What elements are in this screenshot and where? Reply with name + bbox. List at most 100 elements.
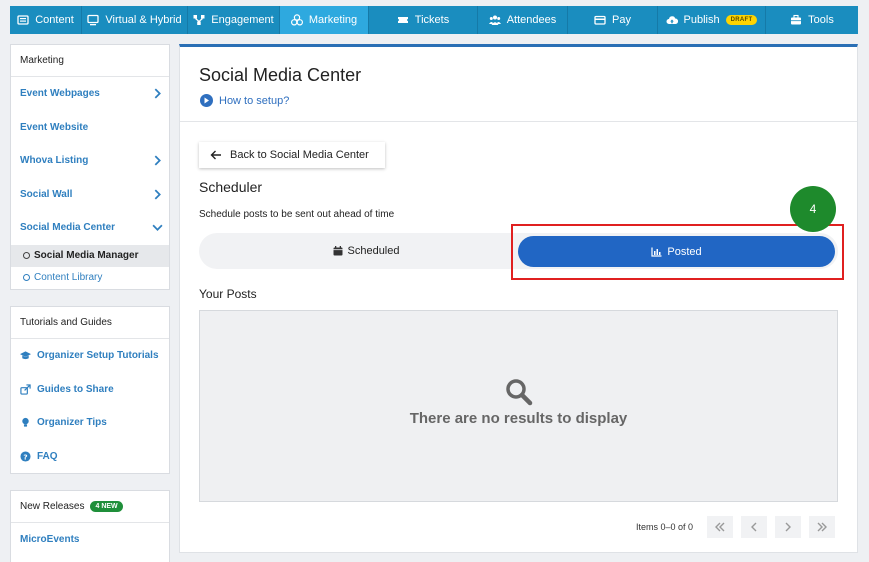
sidebar-item-label: Organizer Tips: [37, 417, 107, 429]
play-icon: [200, 94, 213, 107]
next-page-button[interactable]: [775, 516, 802, 538]
sidebar-item-organizer-tips[interactable]: Organizer Tips: [11, 406, 169, 440]
sidebar-item-label: Whova Listing: [20, 155, 89, 167]
tab-label: Pay: [612, 14, 631, 26]
sidebar-item-social-wall[interactable]: Social Wall: [11, 178, 169, 212]
main-panel: Social Media Center How to setup? Back t…: [179, 44, 858, 553]
chevrons-left-icon: [715, 522, 725, 532]
sidebar-item-label: Guides to Share: [37, 383, 114, 395]
share-icon: [20, 384, 31, 395]
highlight-box: [511, 224, 844, 280]
calendar-icon: [333, 246, 342, 256]
cloud-upload-icon: [666, 16, 678, 24]
page-title: Social Media Center: [199, 65, 362, 85]
sidebar-item-social-media-center[interactable]: Social Media Center: [11, 211, 169, 245]
tab-label: Content: [35, 14, 74, 26]
prev-page-button[interactable]: [741, 516, 768, 538]
pagination: Items 0–0 of 0: [636, 516, 836, 538]
circle-icon: [23, 274, 30, 281]
sidebar-item-label: FAQ: [37, 450, 58, 462]
your-posts-title: Your Posts: [199, 287, 257, 301]
scheduled-toggle-button[interactable]: Scheduled: [199, 233, 533, 269]
chevron-right-icon: [154, 155, 161, 166]
top-nav: Content Virtual & Hybrid Engagement Mark…: [10, 6, 858, 34]
chevron-right-icon: [785, 522, 792, 532]
pagination-summary: Items 0–0 of 0: [636, 522, 694, 532]
sidebar-item-microevents[interactable]: MicroEvents: [11, 523, 169, 557]
tab-label: Virtual & Hybrid: [105, 14, 182, 26]
scheduler-title: Scheduler: [199, 179, 263, 195]
draft-badge: DRAFT: [725, 15, 758, 25]
tab-label: Publish: [683, 14, 720, 26]
header-divider: [180, 121, 857, 122]
tab-engagement[interactable]: Engagement: [188, 6, 280, 34]
back-button[interactable]: Back to Social Media Center: [199, 142, 385, 168]
scheduler-description: Schedule posts to be sent out ahead of t…: [199, 209, 395, 220]
scheduled-label: Scheduled: [347, 245, 400, 257]
engagement-icon: [193, 15, 205, 25]
sidebar-item-faq[interactable]: ? FAQ: [11, 440, 169, 474]
tab-attendees[interactable]: Attendees: [478, 6, 568, 34]
svg-text:?: ?: [23, 452, 27, 461]
tab-label: Tools: [808, 14, 834, 26]
tab-pay[interactable]: Pay: [568, 6, 658, 34]
tab-content[interactable]: Content: [10, 6, 82, 34]
chevron-left-icon: [751, 522, 757, 532]
sidebar-subitem-label: Social Media Manager: [34, 250, 139, 261]
posts-empty-state: There are no results to display: [199, 310, 838, 502]
how-to-setup-label: How to setup?: [219, 94, 290, 107]
tab-tools[interactable]: Tools: [766, 6, 858, 34]
marketing-header: Marketing: [11, 45, 169, 77]
sidebar-item-label: Social Wall: [20, 188, 73, 200]
releases-header-label: New Releases: [20, 501, 85, 512]
sidebar-item-label: Organizer Setup Tutorials: [37, 350, 159, 362]
marketing-card: Marketing Event Webpages Event Website W…: [10, 44, 170, 290]
pay-icon: [594, 15, 606, 25]
ticket-icon: [397, 17, 408, 23]
sidebar-item-label: Social Media Center: [20, 222, 116, 234]
tab-virtual-hybrid[interactable]: Virtual & Hybrid: [82, 6, 188, 34]
search-icon: [506, 379, 533, 406]
graduation-cap-icon: [20, 351, 31, 360]
tab-tickets[interactable]: Tickets: [369, 6, 478, 34]
chevrons-right-icon: [817, 522, 828, 532]
releases-header: New Releases 4 NEW: [11, 491, 169, 523]
circle-icon: [23, 252, 30, 259]
chevron-right-icon: [154, 189, 161, 200]
empty-state-text: There are no results to display: [409, 410, 628, 427]
how-to-setup-link[interactable]: How to setup?: [200, 94, 289, 107]
tab-label: Attendees: [506, 14, 557, 26]
tab-label: Marketing: [308, 14, 358, 26]
sidebar-item-label: MicroEvents: [20, 534, 80, 546]
attendees-icon: [488, 15, 501, 25]
lightbulb-icon: [22, 418, 29, 427]
sidebar-subitem-content-library[interactable]: Content Library: [11, 267, 169, 289]
arrow-left-icon: [210, 150, 221, 160]
last-page-button[interactable]: [809, 516, 836, 538]
sidebar-item-whova-listing[interactable]: Whova Listing: [11, 144, 169, 178]
tab-label: Engagement: [211, 14, 274, 26]
tutorials-card: Tutorials and Guides Organizer Setup Tut…: [10, 306, 170, 474]
sidebar-item-guides-to-share[interactable]: Guides to Share: [11, 373, 169, 407]
content-icon: [17, 15, 29, 25]
sidebar-item-organizer-setup-tutorials[interactable]: Organizer Setup Tutorials: [11, 339, 169, 373]
tab-marketing[interactable]: Marketing: [280, 6, 369, 34]
tab-publish[interactable]: Publish DRAFT: [658, 6, 766, 34]
sidebar-subitem-label: Content Library: [34, 272, 103, 283]
tutorials-header: Tutorials and Guides: [11, 307, 169, 339]
step-number-badge: 4: [790, 186, 836, 232]
chevron-right-icon: [154, 88, 161, 99]
chevron-down-icon: [152, 224, 163, 232]
sidebar-item-event-website[interactable]: Event Website: [11, 111, 169, 145]
sidebar-subitem-social-media-manager[interactable]: Social Media Manager: [11, 244, 169, 267]
sidebar-item-label: Event Webpages: [20, 88, 100, 100]
sidebar-item-label: Event Website: [20, 121, 89, 133]
sidebar-item-event-webpages[interactable]: Event Webpages: [11, 77, 169, 111]
first-page-button[interactable]: [707, 516, 734, 538]
toolbox-icon: [791, 14, 802, 25]
tab-label: Tickets: [414, 14, 450, 26]
back-button-label: Back to Social Media Center: [230, 149, 369, 161]
releases-card: New Releases 4 NEW MicroEvents: [10, 490, 170, 562]
new-count-badge: 4 NEW: [90, 501, 123, 512]
question-icon: ?: [20, 451, 31, 462]
